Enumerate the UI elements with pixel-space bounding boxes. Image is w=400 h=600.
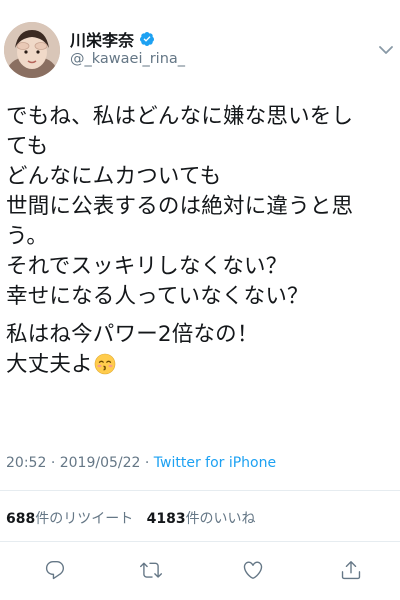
tweet-timestamp-row: 20:52 · 2019/05/22 · Twitter for iPhone	[6, 455, 276, 471]
tweet-text-fragment: 大丈夫よ	[6, 352, 93, 377]
tweet-detail-page: 川栄李奈 @_kawaei_rina_ でもね、私はどんなに嫌な思いをし ても …	[0, 0, 400, 600]
retweet-icon	[140, 562, 162, 578]
tweet-paragraph-1: でもね、私はどんなに嫌な思いをし ても どんなにムカついても 世間に公表するのは…	[6, 102, 396, 312]
tweet-paragraph-2: 私はね今パワー2倍なの！ 大丈夫よ	[6, 320, 396, 380]
retweet-count-label[interactable]: 件のリツイート	[35, 511, 133, 527]
author-display-name[interactable]: 川栄李奈	[70, 27, 134, 51]
tweet-text: でもね、私はどんなに嫌な思いをし ても どんなにムカついても 世間に公表するのは…	[6, 102, 396, 380]
meta-separator: ·	[144, 455, 150, 471]
tweet-action-bar	[0, 553, 400, 589]
like-count-label[interactable]: 件のいいね	[186, 511, 256, 527]
share-button[interactable]	[338, 557, 364, 583]
tweet-text-line: ても	[6, 134, 49, 159]
reply-icon	[45, 561, 65, 580]
divider	[0, 490, 400, 491]
tweet-date[interactable]: 2019/05/22	[60, 455, 141, 471]
tweet-stats: 688件のリツイート 4183件のいいね	[6, 508, 256, 528]
tweet-text-line: それでスッキリしなくない？	[6, 254, 288, 279]
author-name-row: 川栄李奈	[70, 28, 155, 50]
tweet-header: 川栄李奈 @_kawaei_rina_	[0, 0, 400, 86]
chevron-down-icon[interactable]	[378, 40, 394, 54]
avatar[interactable]	[4, 22, 60, 78]
kissing-face-emoji-icon	[94, 353, 116, 375]
reply-button[interactable]	[42, 557, 68, 583]
tweet-text-line: 世間に公表するのは絶対に違うと思	[6, 194, 354, 219]
avatar-image	[4, 22, 60, 78]
tweet-text-line-with-emoji: 大丈夫よ	[6, 350, 396, 380]
tweet-text-line: 幸せになる人っていなくない？	[6, 284, 309, 309]
meta-separator: ·	[50, 455, 56, 471]
like-count[interactable]: 4183	[147, 511, 186, 527]
tweet-time[interactable]: 20:52	[6, 455, 46, 471]
divider	[0, 541, 400, 542]
tweet-text-line: でもね、私はどんなに嫌な思いをし	[6, 104, 354, 129]
author-handle[interactable]: @_kawaei_rina_	[70, 51, 185, 67]
retweet-button[interactable]	[138, 557, 164, 583]
verified-badge-icon	[139, 31, 155, 47]
like-button[interactable]	[240, 557, 266, 583]
like-icon	[243, 561, 263, 579]
tweet-text-line: どんなにムカついても	[6, 164, 222, 189]
tweet-text-line: う。	[6, 224, 49, 249]
retweet-count[interactable]: 688	[6, 511, 35, 527]
share-icon	[341, 561, 361, 580]
tweet-text-line: 私はね今パワー2倍なの！	[6, 322, 259, 347]
tweet-source-link[interactable]: Twitter for iPhone	[154, 455, 276, 471]
